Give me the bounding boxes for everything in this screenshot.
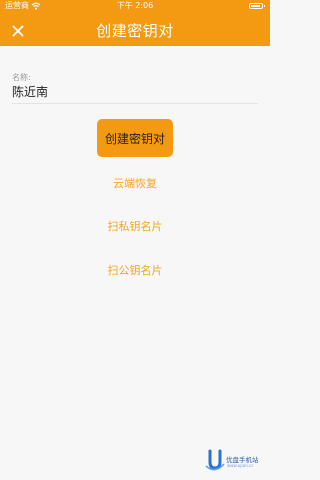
field-divider xyxy=(12,103,258,104)
page-title: 创建密钥对 xyxy=(96,22,174,40)
name-field[interactable]: 名称: 陈近南 xyxy=(12,72,258,100)
create-keypair-button[interactable]: 创建密钥对 xyxy=(97,119,173,157)
watermark: 优盘手机站 www.upan.cc xyxy=(204,448,266,474)
watermark-url: www.upan.cc xyxy=(227,463,254,468)
battery-icon xyxy=(249,3,265,9)
scan-private-key-card-link[interactable]: 扫私钥名片 xyxy=(0,219,270,235)
name-input-value[interactable]: 陈近南 xyxy=(12,84,258,100)
name-label: 名称: xyxy=(12,73,31,82)
cloud-restore-link[interactable]: 云端恢复 xyxy=(0,176,270,192)
status-time: 下午 2:06 xyxy=(116,1,154,10)
navigation-bar: 运营商 下午 2:06 创建密钥对 xyxy=(0,0,270,46)
scan-public-key-card-link[interactable]: 扫公钥名片 xyxy=(0,263,270,279)
upan-logo-icon xyxy=(205,449,225,471)
status-bar: 运营商 下午 2:06 xyxy=(0,0,270,12)
battery-level xyxy=(251,5,260,7)
